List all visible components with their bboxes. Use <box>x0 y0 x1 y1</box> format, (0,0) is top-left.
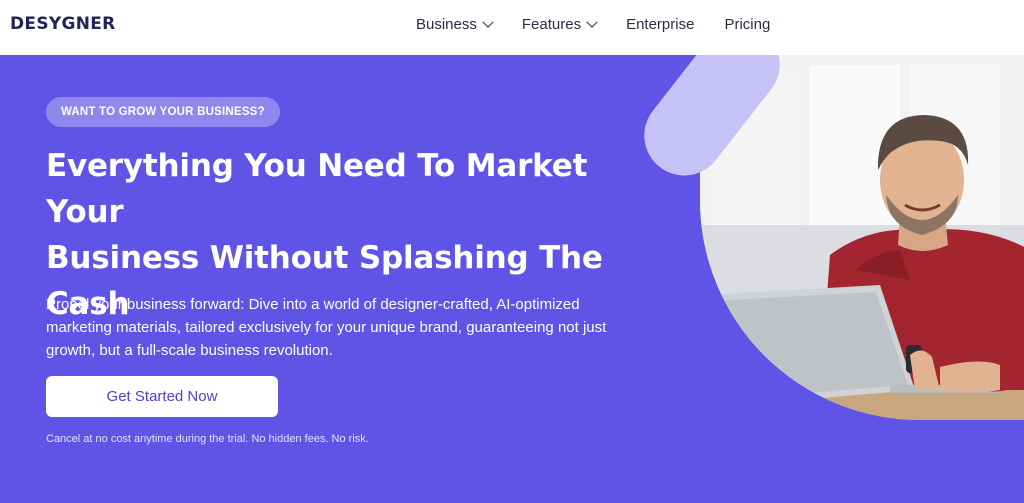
headline-line: Everything You Need To Market Your <box>46 148 588 230</box>
hero-description: Propel your business forward: Dive into … <box>46 296 607 359</box>
hero-badge[interactable]: WANT TO GROW YOUR BUSINESS? <box>46 97 280 127</box>
brand-logo[interactable]: DESYGNER <box>10 14 116 34</box>
headline-line: Business Without Splashing The <box>46 240 603 276</box>
chevron-down-icon <box>586 16 598 28</box>
nav-item-label: Features <box>521 16 582 33</box>
nav-item-pricing[interactable]: Pricing <box>724 16 770 33</box>
trial-fine-print: Cancel at no cost anytime during the tri… <box>46 433 369 445</box>
nav-item-label: Pricing <box>724 16 771 33</box>
nav-item-business[interactable]: Business <box>416 16 494 33</box>
nav-item-enterprise[interactable]: Enterprise <box>626 16 694 33</box>
nav-item-features[interactable]: Features <box>521 16 598 33</box>
top-navbar: DESYGNER Business Features Enterprise Pr… <box>0 0 1024 54</box>
get-started-button[interactable]: Get Started Now <box>46 376 278 417</box>
nav-item-label: Business <box>416 16 477 33</box>
main-menu: Business Features Enterprise Pricing <box>416 16 800 33</box>
nav-item-label: Enterprise <box>626 16 695 33</box>
hero-section: WANT TO GROW YOUR BUSINESS? Everything Y… <box>0 55 1024 503</box>
chevron-down-icon <box>482 16 494 28</box>
